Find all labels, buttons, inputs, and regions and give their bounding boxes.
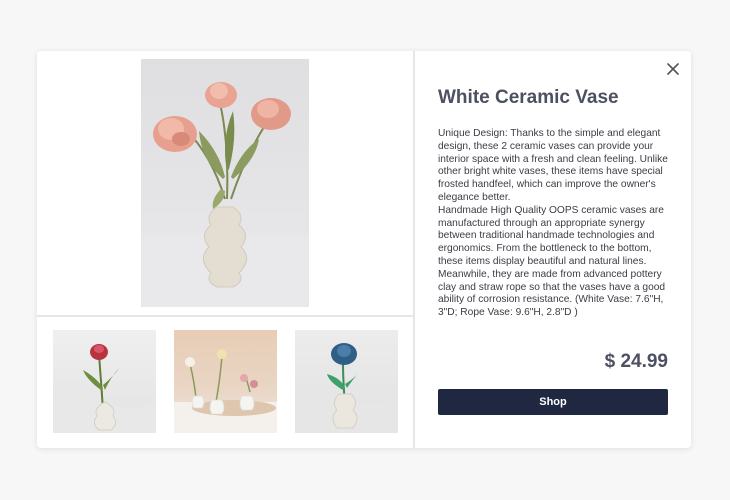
close-icon[interactable] bbox=[667, 63, 679, 75]
main-product-image bbox=[141, 59, 309, 307]
product-price: $ 24.99 bbox=[604, 351, 668, 372]
gallery-divider bbox=[37, 315, 413, 317]
shop-button[interactable]: Shop bbox=[438, 389, 668, 415]
product-modal: White Ceramic Vase Unique Design: Thanks… bbox=[37, 51, 691, 448]
product-gallery bbox=[37, 51, 415, 448]
thumbnail-2[interactable] bbox=[174, 330, 277, 433]
close-button[interactable] bbox=[663, 59, 683, 79]
thumbnail-3[interactable] bbox=[295, 330, 398, 433]
thumbnail-1[interactable] bbox=[53, 330, 156, 433]
product-description: Unique Design: Thanks to the simple and … bbox=[438, 128, 668, 319]
product-title: White Ceramic Vase bbox=[438, 87, 619, 108]
product-details: White Ceramic Vase Unique Design: Thanks… bbox=[415, 51, 691, 448]
